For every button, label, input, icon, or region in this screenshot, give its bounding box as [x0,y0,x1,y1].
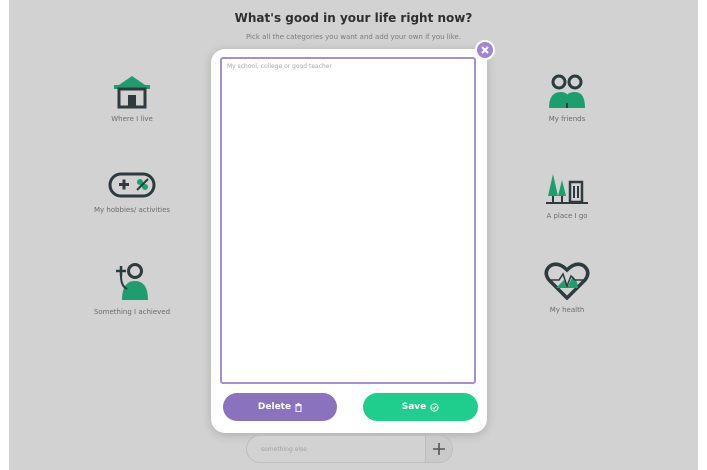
trash-icon [295,402,302,412]
category-label: Something I achieved [93,308,171,316]
category-my-friends[interactable]: My friends [517,73,617,124]
page-title: What's good in your life right now? [234,11,473,25]
category-label: A place I go [546,212,588,220]
entry-textarea[interactable] [222,59,474,382]
add-category-field [246,435,453,463]
app-screen: What's good in your life right now? Pick… [9,0,698,470]
delete-button[interactable]: Delete [223,393,337,421]
close-icon [481,46,489,54]
house-icon [114,76,150,109]
place-icon [546,174,588,204]
category-label: My health [549,306,585,314]
page-subtitle: Pick all the categories you want and add… [245,33,462,41]
friends-icon [549,74,585,108]
gamepad-icon [108,172,156,198]
plus-icon [433,443,445,455]
category-my-hobbies[interactable]: My hobbies/ activities [82,170,182,215]
save-button-label: Save [401,402,427,412]
heart-health-icon [544,262,590,300]
entry-modal: Delete Save [211,49,487,433]
category-a-place-i-go[interactable]: A place I go [517,170,617,221]
person-plus-icon [116,263,148,300]
category-label: Where I live [111,115,153,123]
category-label: My friends [548,115,586,123]
save-button[interactable]: Save [363,393,478,421]
category-label: My hobbies/ activities [93,206,171,214]
close-modal-button[interactable] [475,40,495,60]
add-category-input[interactable] [247,444,425,454]
category-where-i-live[interactable]: Where I live [82,73,182,124]
category-my-health[interactable]: My health [517,262,617,315]
delete-button-label: Delete [257,402,292,412]
entry-textarea-frame [220,57,476,384]
check-circle-icon [430,402,439,412]
add-category-button[interactable] [425,436,452,462]
category-something-i-achieved[interactable]: Something I achieved [82,262,182,317]
